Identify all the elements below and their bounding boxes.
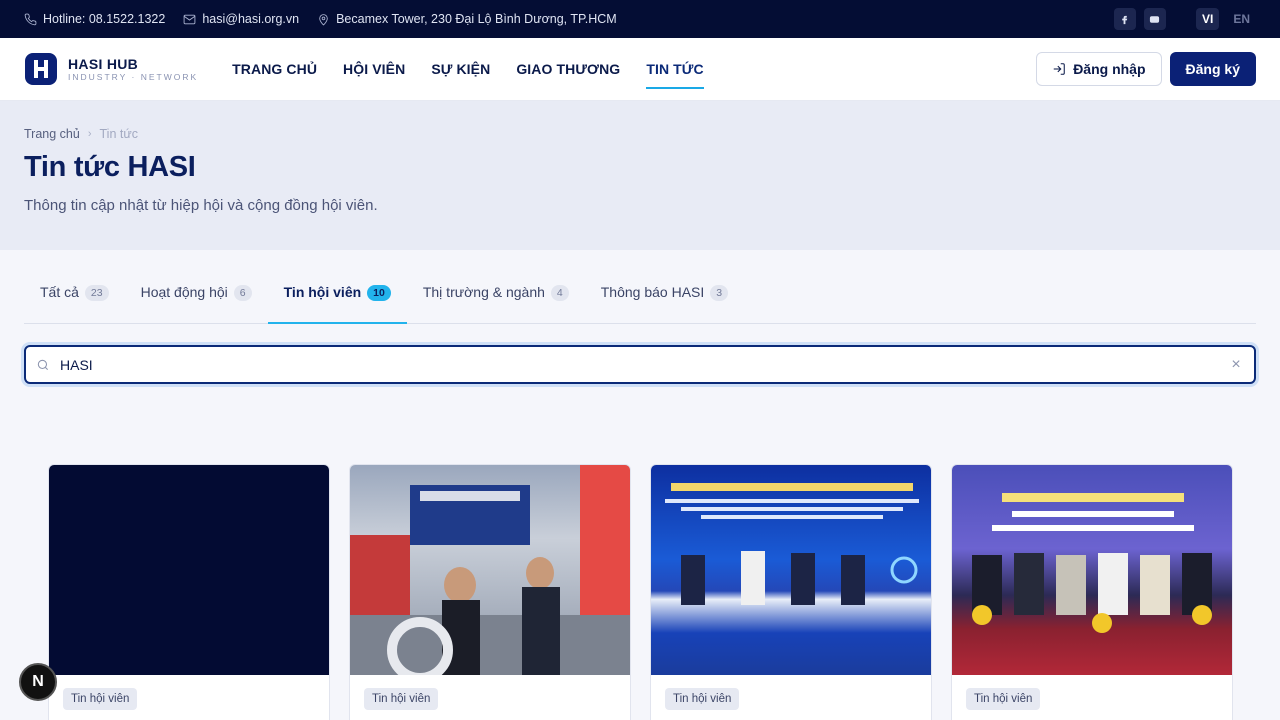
page-subtitle: Thông tin cập nhật từ hiệp hội và cộng đ…: [24, 197, 378, 214]
category-tabs: Tất cả 23 Hoạt động hội 6 Tin hội viên 10 T…: [24, 284, 1256, 324]
address-text: Becamex Tower, 230 Đại Lộ Bình Dương, TP…: [336, 12, 617, 26]
top-info-bar: Hotline: 08.1522.1322 hasi@hasi.org.vn B…: [0, 0, 1280, 38]
news-category-tag: Tin hội viên: [966, 688, 1041, 710]
ceremony-photo-illustration: [972, 493, 1212, 633]
hasi-logo-icon: [25, 53, 57, 85]
nav-hoi-vien[interactable]: HỘI VIÊN: [343, 38, 405, 100]
tab-label: Tất cả: [40, 284, 79, 300]
news-grid: Tin hội viên Tin hội viên Tin hội viên T…: [48, 464, 1233, 720]
news-thumbnail: [350, 465, 630, 675]
register-button[interactable]: Đăng ký: [1169, 52, 1256, 86]
tab-label: Thị trường & ngành: [422, 284, 545, 300]
tab-hoat-dong-hoi[interactable]: Hoạt động hội 6: [125, 284, 268, 323]
logo-title: HASI HUB: [68, 56, 139, 72]
main-header: HASI HUB INDUSTRY · NETWORK TRANG CHỦ HỘ…: [0, 38, 1280, 101]
nav-trang-chu[interactable]: TRANG CHỦ: [232, 38, 317, 100]
hotline-text: Hotline: 08.1522.1322: [43, 12, 166, 26]
page-title: Tin tức HASI: [24, 151, 196, 183]
breadcrumb-home[interactable]: Trang chủ: [24, 127, 80, 141]
dev-tools-button[interactable]: N: [19, 663, 57, 701]
tab-label: Tin hội viên: [283, 284, 362, 300]
tab-thi-truong-nganh[interactable]: Thị trường & ngành 4: [407, 284, 585, 323]
location-pin-icon: [319, 13, 328, 25]
address: Becamex Tower, 230 Đại Lộ Bình Dương, TP…: [317, 12, 617, 26]
news-category-tag: Tin hội viên: [364, 688, 439, 710]
news-card[interactable]: Tin hội viên: [349, 464, 631, 720]
mail-icon: [183, 14, 196, 24]
login-icon: [1053, 63, 1065, 75]
youtube-icon[interactable]: [1143, 8, 1166, 30]
tab-tin-hoi-vien[interactable]: Tin hội viên 10: [267, 284, 408, 324]
news-card[interactable]: Tin hội viên: [48, 464, 330, 720]
breadcrumb-chevron-icon: ›: [87, 128, 92, 140]
lang-vi-button[interactable]: VI: [1195, 8, 1220, 30]
news-thumbnail: [49, 465, 329, 675]
phone-icon: [24, 13, 37, 25]
news-thumbnail: [952, 465, 1232, 675]
expo-photo-illustration: [350, 465, 630, 675]
logo[interactable]: HASI HUB INDUSTRY · NETWORK: [24, 52, 198, 86]
email-text: hasi@hasi.org.vn: [202, 12, 300, 26]
breadcrumb: Trang chủ › Tin tức: [24, 127, 1256, 141]
tab-count-badge: 6: [233, 285, 252, 301]
tab-count-badge: 23: [84, 285, 109, 301]
nav-su-kien[interactable]: SỰ KIỆN: [431, 38, 490, 100]
facebook-icon[interactable]: [1113, 8, 1136, 30]
login-button[interactable]: Đăng nhập: [1036, 52, 1162, 86]
search-input[interactable]: [60, 356, 1228, 373]
tab-count-badge: 4: [550, 285, 569, 301]
tab-label: Thông báo HASI: [600, 284, 705, 300]
email[interactable]: hasi@hasi.org.vn: [183, 12, 299, 26]
login-label: Đăng nhập: [1073, 61, 1146, 77]
nav-giao-thuong[interactable]: GIAO THƯƠNG: [516, 38, 620, 100]
tab-count-badge: 3: [710, 285, 729, 301]
main-nav: TRANG CHỦ HỘI VIÊN SỰ KIỆN GIAO THƯƠNG T…: [232, 38, 705, 100]
signing-photo-illustration: [665, 483, 919, 605]
news-thumbnail: [651, 465, 931, 675]
tab-label: Hoạt động hội: [140, 284, 228, 300]
tab-tat-ca[interactable]: Tất cả 23: [24, 284, 125, 323]
news-card[interactable]: Tin hội viên: [951, 464, 1233, 720]
news-category-tag: Tin hội viên: [63, 688, 138, 710]
lang-en-button[interactable]: EN: [1227, 8, 1256, 30]
search-icon: [37, 359, 49, 370]
news-category-tag: Tin hội viên: [665, 688, 740, 710]
clear-search-icon[interactable]: ×: [1228, 356, 1244, 374]
tab-count-badge: 10: [367, 285, 391, 301]
news-card[interactable]: Tin hội viên: [650, 464, 932, 720]
nav-tin-tuc[interactable]: TIN TỨC: [646, 38, 705, 100]
tab-thong-bao-hasi[interactable]: Thông báo HASI 3: [585, 284, 744, 323]
page-hero: Trang chủ › Tin tức Tin tức HASI Thông t…: [0, 101, 1280, 250]
breadcrumb-current: Tin tức: [99, 127, 138, 141]
hotline[interactable]: Hotline: 08.1522.1322: [24, 12, 165, 26]
logo-subtitle: INDUSTRY · NETWORK: [68, 72, 199, 82]
search-box: ×: [24, 345, 1256, 384]
